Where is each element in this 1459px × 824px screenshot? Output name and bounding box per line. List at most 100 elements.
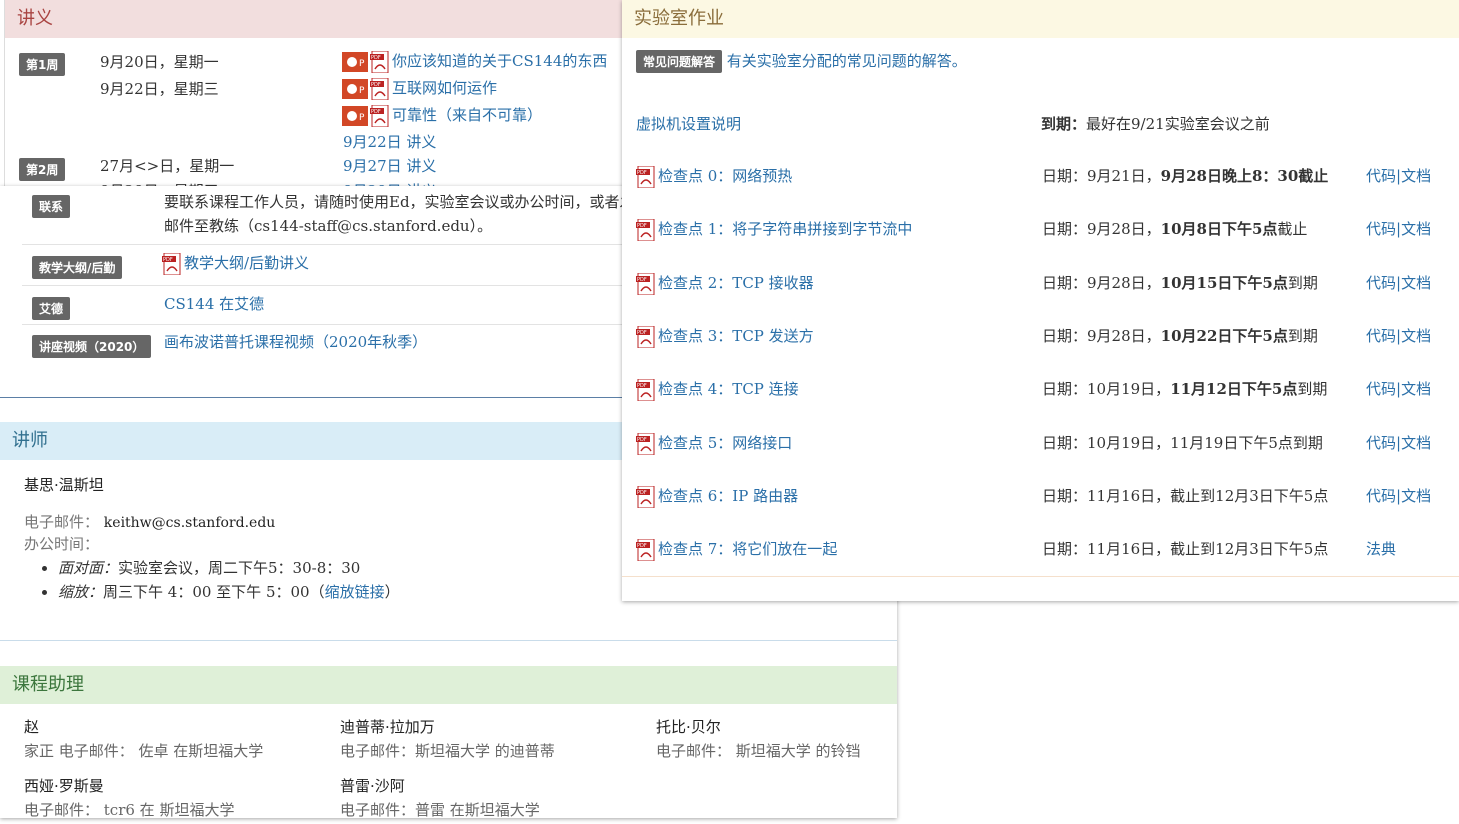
- lectures-title: 讲义: [17, 8, 53, 29]
- checkpoint-title[interactable]: PDF 检查点 7：将它们放在一起: [636, 538, 837, 562]
- ta3-email: 电子邮件： 斯坦福大学 的铃铛: [656, 742, 861, 760]
- pdf-icon: PDF: [370, 104, 390, 128]
- code-link[interactable]: 代码: [1366, 487, 1396, 505]
- doc-link[interactable]: 文档: [1401, 167, 1431, 185]
- week1-handout-link[interactable]: 9月22日 讲义: [343, 131, 436, 152]
- week1-item-3[interactable]: P PDF 可靠性（来自不可靠）: [342, 104, 542, 128]
- checkpoint-links: 代码|文档: [1366, 485, 1431, 506]
- week1-badge: 第1周: [19, 53, 66, 76]
- checkpoint-title[interactable]: PDF 检查点 2：TCP 接收器: [636, 272, 814, 296]
- svg-text:PDF: PDF: [637, 170, 647, 176]
- code-link[interactable]: 代码: [1366, 434, 1396, 452]
- lectures-panel: 讲义 第1周 9月20日，星期一 9月22日，星期三 P PDF 你应该知道的关于C…: [4, 0, 645, 200]
- checkpoint-date: 日期：9月28日，10月8日下午5点截止: [1042, 220, 1308, 239]
- code-link[interactable]: 代码: [1366, 274, 1396, 292]
- checkpoint-date: 日期：9月21日，9月28日晚上8：30截止: [1042, 167, 1329, 185]
- email-label: 电子邮件：: [24, 513, 100, 531]
- pdf-icon: PDF: [636, 432, 656, 455]
- checkpoint-links: 法典: [1366, 538, 1396, 559]
- svg-text:P: P: [359, 86, 365, 96]
- ta4-name: 西娅·罗斯曼: [24, 777, 104, 795]
- svg-text:PDF: PDF: [637, 277, 647, 283]
- ta-header: 课程助理: [0, 666, 897, 704]
- ta1-name: 赵: [24, 718, 40, 736]
- checkpoint-date: 日期：9月28日，10月22日下午5点到期: [1042, 326, 1318, 345]
- info-row-syllabus: 教学大纲/后勤 PDF 教学大纲/后勤讲义: [22, 245, 632, 286]
- doc-link[interactable]: 文档: [1401, 487, 1431, 505]
- pdf-icon: PDF: [636, 485, 656, 509]
- ppt-icon: P: [342, 50, 368, 74]
- week1-date2: 9月22日，星期三: [100, 80, 219, 98]
- zoom-link[interactable]: 缩放链接: [325, 583, 385, 601]
- video-link[interactable]: 画布波诺普托课程视频（2020年秋季）: [164, 331, 427, 352]
- doc-link[interactable]: 文档: [1401, 434, 1431, 452]
- vm-setup-link[interactable]: 虚拟机设置说明: [636, 113, 741, 134]
- code-link[interactable]: 法典: [1366, 540, 1396, 558]
- week1-item-2[interactable]: P PDF 互联网如何运作: [342, 77, 497, 101]
- week2-handout-link-1[interactable]: 9月27日 讲义: [343, 155, 436, 176]
- ppt-icon: P: [342, 104, 368, 128]
- doc-link[interactable]: 文档: [1401, 220, 1431, 238]
- labs-bottom-rule: [622, 576, 1459, 577]
- doc-link[interactable]: 文档: [1401, 274, 1431, 292]
- code-link[interactable]: 代码: [1366, 327, 1396, 345]
- vm-due: 到期：最好在9/21实验室会议之前: [1041, 115, 1270, 133]
- info-table: 联系 要联系课程工作人员，请随时使用Ed，实验室会议或办公时间，或者发送电子 邮…: [22, 186, 680, 363]
- checkpoint-title[interactable]: PDF 检查点 1：将子字符串拼接到字节流中: [636, 218, 912, 242]
- doc-link[interactable]: 文档: [1401, 327, 1431, 345]
- checkpoint-title[interactable]: PDF 检查点 6：IP 路由器: [636, 485, 798, 509]
- svg-text:PDF: PDF: [637, 490, 647, 496]
- checkpoint-links: 代码|文档: [1366, 272, 1431, 293]
- week2-date1: 27月<>日，星期一: [100, 157, 235, 175]
- doc-link[interactable]: 文档: [1401, 380, 1431, 398]
- pdf-icon: PDF: [162, 252, 182, 276]
- pdf-icon: PDF: [636, 218, 656, 242]
- faq-row: 常见问题解答 有关实验室分配的常见问题的解答。: [636, 50, 967, 73]
- office-hours-list: 面对面：实验室会议，周二下午5：30-8：30 缩放：周三下午 4：00 至下午…: [14, 556, 400, 604]
- code-link[interactable]: 代码: [1366, 380, 1396, 398]
- code-link[interactable]: 代码: [1366, 167, 1396, 185]
- checkpoint-title[interactable]: PDF 检查点 5：网络接口: [636, 432, 792, 455]
- checkpoint-row: PDF 检查点 6：IP 路由器 日期：11月16日，截止到12月3日下午5点 代码|…: [622, 485, 1459, 515]
- ta5-email: 电子邮件：普雷 在斯坦福大学: [340, 801, 540, 819]
- checkpoint-row: PDF 检查点 1：将子字符串拼接到字节流中 日期：9月28日，10月8日下午5点截…: [622, 218, 1459, 248]
- week1-item-1[interactable]: P PDF 你应该知道的关于CS144的东西: [342, 50, 607, 74]
- pdf-icon: PDF: [636, 272, 656, 296]
- ta3-name: 托比·贝尔: [656, 718, 721, 736]
- checkpoint-row: PDF 检查点 7：将它们放在一起 日期：11月16日，截止到12月3日下午5点 法典: [622, 538, 1459, 568]
- contact-line-1: 要联系课程工作人员，请随时使用Ed，实验室会议或办公时间，或者发送电子: [164, 193, 680, 211]
- week1-item-3-link[interactable]: 可靠性（来自不可靠）: [392, 106, 542, 124]
- instructor-divider: [0, 640, 897, 641]
- syllabus-item[interactable]: PDF 教学大纲/后勤讲义: [162, 252, 309, 276]
- instructor-title: 讲师: [12, 430, 48, 451]
- ta2-email: 电子邮件：斯坦福大学 的迪普蒂: [340, 742, 555, 760]
- code-link[interactable]: 代码: [1366, 220, 1396, 238]
- checkpoint-title[interactable]: PDF 检查点 4：TCP 连接: [636, 378, 799, 402]
- svg-text:PDF: PDF: [637, 223, 647, 229]
- ta2-name: 迪普蒂·拉加万: [340, 718, 435, 736]
- pdf-icon: PDF: [636, 538, 656, 562]
- syllabus-link[interactable]: 教学大纲/后勤讲义: [184, 254, 309, 272]
- checkpoint-date: 日期：10月19日，11月19日下午5点到期: [1042, 433, 1323, 452]
- week1-item-1-link[interactable]: 你应该知道的关于CS144的东西: [392, 52, 607, 70]
- checkpoint-title[interactable]: PDF 检查点 0：网络预热: [636, 165, 792, 189]
- info-row-ed: 艾德 CS144 在艾德: [22, 286, 632, 325]
- syllabus-badge: 教学大纲/后勤: [32, 256, 123, 279]
- week2-badge: 第2周: [19, 158, 66, 181]
- instructor-email: 电子邮件： keithw@cs.stanford.edu: [24, 511, 275, 532]
- email-value: keithw@cs.stanford.edu: [103, 515, 276, 531]
- checkpoint-date: 日期：11月16日，截止到12月3日下午5点: [1042, 486, 1329, 505]
- ppt-icon: P: [342, 77, 368, 101]
- ta1-email: 家正 电子邮件： 佐卓 在斯坦福大学: [24, 742, 264, 760]
- checkpoint-title[interactable]: PDF 检查点 3：TCP 发送方: [636, 325, 814, 349]
- checkpoint-date: 日期：9月28日，10月15日下午5点到期: [1042, 273, 1318, 292]
- labs-title: 实验室作业: [634, 8, 724, 29]
- checkpoint-links: 代码|文档: [1366, 325, 1431, 346]
- checkpoint-links: 代码|文档: [1366, 218, 1431, 239]
- labs-header: 实验室作业: [622, 0, 1459, 38]
- week1-item-2-link[interactable]: 互联网如何运作: [392, 79, 497, 97]
- ed-link[interactable]: CS144 在艾德: [164, 293, 264, 314]
- pdf-icon: PDF: [370, 50, 390, 74]
- ta5-name: 普雷·沙阿: [340, 777, 405, 795]
- faq-link[interactable]: 有关实验室分配的常见问题的解答。: [727, 52, 967, 70]
